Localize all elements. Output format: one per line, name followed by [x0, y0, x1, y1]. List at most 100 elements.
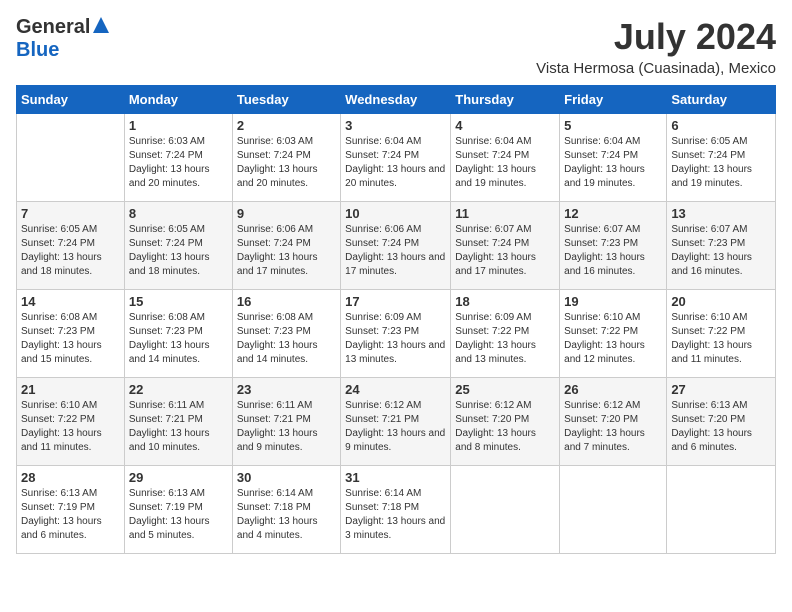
day-number: 23	[237, 382, 336, 397]
day-number: 11	[455, 206, 555, 221]
calendar-cell	[667, 466, 776, 554]
calendar-cell: 9 Sunrise: 6:06 AMSunset: 7:24 PMDaylight…	[232, 202, 340, 290]
day-info: Sunrise: 6:14 AMSunset: 7:18 PMDaylight:…	[237, 487, 336, 543]
day-number: 17	[345, 294, 446, 309]
day-info: Sunrise: 6:13 AMSunset: 7:19 PMDaylight:…	[21, 487, 120, 543]
calendar-cell: 27 Sunrise: 6:13 AMSunset: 7:20 PMDayligh…	[667, 378, 776, 466]
day-number: 29	[129, 470, 228, 485]
logo-triangle-icon	[92, 16, 110, 34]
day-info: Sunrise: 6:13 AMSunset: 7:20 PMDaylight:…	[671, 399, 771, 455]
day-info: Sunrise: 6:07 AMSunset: 7:23 PMDaylight:…	[564, 223, 662, 279]
calendar-week-row: 7 Sunrise: 6:05 AMSunset: 7:24 PMDaylight…	[17, 202, 776, 290]
day-info: Sunrise: 6:04 AMSunset: 7:24 PMDaylight:…	[564, 135, 662, 191]
day-info: Sunrise: 6:12 AMSunset: 7:20 PMDaylight:…	[455, 399, 555, 455]
calendar-cell: 22 Sunrise: 6:11 AMSunset: 7:21 PMDayligh…	[124, 378, 232, 466]
calendar-cell: 21 Sunrise: 6:10 AMSunset: 7:22 PMDayligh…	[17, 378, 125, 466]
day-info: Sunrise: 6:06 AMSunset: 7:24 PMDaylight:…	[345, 223, 446, 279]
day-info: Sunrise: 6:07 AMSunset: 7:24 PMDaylight:…	[455, 223, 555, 279]
day-info: Sunrise: 6:05 AMSunset: 7:24 PMDaylight:…	[671, 135, 771, 191]
calendar-cell: 8Sunrise: 6:05 AMSunset: 7:24 PMDaylight…	[124, 202, 232, 290]
day-number: 5	[564, 118, 662, 133]
calendar-cell: 6Sunrise: 6:05 AMSunset: 7:24 PMDaylight…	[667, 114, 776, 202]
calendar-week-row: 28 Sunrise: 6:13 AMSunset: 7:19 PMDayligh…	[17, 466, 776, 554]
calendar-cell: 25Sunrise: 6:12 AMSunset: 7:20 PMDayligh…	[451, 378, 560, 466]
day-number: 10	[345, 206, 446, 221]
day-info: Sunrise: 6:11 AMSunset: 7:21 PMDaylight:…	[237, 399, 336, 455]
calendar-cell: 11 Sunrise: 6:07 AMSunset: 7:24 PMDayligh…	[451, 202, 560, 290]
calendar-cell: 3 Sunrise: 6:04 AMSunset: 7:24 PMDaylight…	[341, 114, 451, 202]
day-info: Sunrise: 6:03 AMSunset: 7:24 PMDaylight:…	[129, 135, 228, 191]
day-number: 9	[237, 206, 336, 221]
day-info: Sunrise: 6:11 AMSunset: 7:21 PMDaylight:…	[129, 399, 228, 455]
calendar-cell: 10 Sunrise: 6:06 AMSunset: 7:24 PMDayligh…	[341, 202, 451, 290]
calendar-cell	[17, 114, 125, 202]
day-header-sunday: Sunday	[17, 86, 125, 114]
day-number: 21	[21, 382, 120, 397]
day-info: Sunrise: 6:12 AMSunset: 7:20 PMDaylight:…	[564, 399, 662, 455]
title-area: July 2024 Vista Hermosa (Cuasinada), Mex…	[536, 16, 776, 77]
day-info: Sunrise: 6:10 AMSunset: 7:22 PMDaylight:…	[564, 311, 662, 367]
day-number: 26	[564, 382, 662, 397]
day-info: Sunrise: 6:04 AMSunset: 7:24 PMDaylight:…	[455, 135, 555, 191]
logo: General Blue	[16, 16, 110, 61]
calendar-cell: 7 Sunrise: 6:05 AMSunset: 7:24 PMDaylight…	[17, 202, 125, 290]
calendar-cell: 28 Sunrise: 6:13 AMSunset: 7:19 PMDayligh…	[17, 466, 125, 554]
day-number: 28	[21, 470, 120, 485]
location-title: Vista Hermosa (Cuasinada), Mexico	[536, 60, 776, 77]
calendar-cell: 29 Sunrise: 6:13 AMSunset: 7:19 PMDayligh…	[124, 466, 232, 554]
calendar-cell: 16Sunrise: 6:08 AMSunset: 7:23 PMDayligh…	[232, 290, 340, 378]
day-number: 12	[564, 206, 662, 221]
day-header-wednesday: Wednesday	[341, 86, 451, 114]
day-number: 3	[345, 118, 446, 133]
day-number: 2	[237, 118, 336, 133]
calendar-cell: 1 Sunrise: 6:03 AMSunset: 7:24 PMDaylight…	[124, 114, 232, 202]
day-number: 18	[455, 294, 555, 309]
calendar-table: SundayMondayTuesdayWednesdayThursdayFrid…	[16, 85, 776, 554]
logo-general-text: General	[16, 16, 90, 38]
logo-blue-text: Blue	[16, 39, 59, 61]
calendar-cell	[451, 466, 560, 554]
day-number: 20	[671, 294, 771, 309]
day-number: 8	[129, 206, 228, 221]
day-header-friday: Friday	[560, 86, 667, 114]
day-number: 4	[455, 118, 555, 133]
day-info: Sunrise: 6:03 AMSunset: 7:24 PMDaylight:…	[237, 135, 336, 191]
day-info: Sunrise: 6:07 AMSunset: 7:23 PMDaylight:…	[671, 223, 771, 279]
day-number: 1	[129, 118, 228, 133]
day-info: Sunrise: 6:08 AMSunset: 7:23 PMDaylight:…	[21, 311, 120, 367]
calendar-cell: 24 Sunrise: 6:12 AMSunset: 7:21 PMDayligh…	[341, 378, 451, 466]
day-info: Sunrise: 6:10 AMSunset: 7:22 PMDaylight:…	[671, 311, 771, 367]
day-info: Sunrise: 6:08 AMSunset: 7:23 PMDaylight:…	[129, 311, 228, 367]
calendar-header-row: SundayMondayTuesdayWednesdayThursdayFrid…	[17, 86, 776, 114]
day-number: 19	[564, 294, 662, 309]
calendar-cell: 14 Sunrise: 6:08 AMSunset: 7:23 PMDayligh…	[17, 290, 125, 378]
calendar-cell: 30Sunrise: 6:14 AMSunset: 7:18 PMDayligh…	[232, 466, 340, 554]
day-number: 22	[129, 382, 228, 397]
header: General Blue July 2024 Vista Hermosa (Cu…	[16, 16, 776, 77]
day-number: 24	[345, 382, 446, 397]
calendar-cell: 12 Sunrise: 6:07 AMSunset: 7:23 PMDayligh…	[560, 202, 667, 290]
month-title: July 2024	[536, 16, 776, 58]
calendar-cell: 4 Sunrise: 6:04 AMSunset: 7:24 PMDaylight…	[451, 114, 560, 202]
day-info: Sunrise: 6:06 AMSunset: 7:24 PMDaylight:…	[237, 223, 336, 279]
calendar-cell: 26 Sunrise: 6:12 AMSunset: 7:20 PMDayligh…	[560, 378, 667, 466]
day-info: Sunrise: 6:10 AMSunset: 7:22 PMDaylight:…	[21, 399, 120, 455]
day-number: 15	[129, 294, 228, 309]
day-info: Sunrise: 6:04 AMSunset: 7:24 PMDaylight:…	[345, 135, 446, 191]
day-info: Sunrise: 6:05 AMSunset: 7:24 PMDaylight:…	[21, 223, 120, 279]
calendar-cell: 13Sunrise: 6:07 AMSunset: 7:23 PMDayligh…	[667, 202, 776, 290]
calendar-cell: 31Sunrise: 6:14 AMSunset: 7:18 PMDayligh…	[341, 466, 451, 554]
day-number: 27	[671, 382, 771, 397]
day-info: Sunrise: 6:09 AMSunset: 7:23 PMDaylight:…	[345, 311, 446, 367]
calendar-week-row: 14 Sunrise: 6:08 AMSunset: 7:23 PMDayligh…	[17, 290, 776, 378]
day-info: Sunrise: 6:12 AMSunset: 7:21 PMDaylight:…	[345, 399, 446, 455]
day-number: 7	[21, 206, 120, 221]
day-number: 14	[21, 294, 120, 309]
day-info: Sunrise: 6:14 AMSunset: 7:18 PMDaylight:…	[345, 487, 446, 543]
day-header-thursday: Thursday	[451, 86, 560, 114]
day-header-monday: Monday	[124, 86, 232, 114]
calendar-cell: 2 Sunrise: 6:03 AMSunset: 7:24 PMDaylight…	[232, 114, 340, 202]
calendar-cell: 5 Sunrise: 6:04 AMSunset: 7:24 PMDaylight…	[560, 114, 667, 202]
calendar-cell	[560, 466, 667, 554]
day-info: Sunrise: 6:13 AMSunset: 7:19 PMDaylight:…	[129, 487, 228, 543]
